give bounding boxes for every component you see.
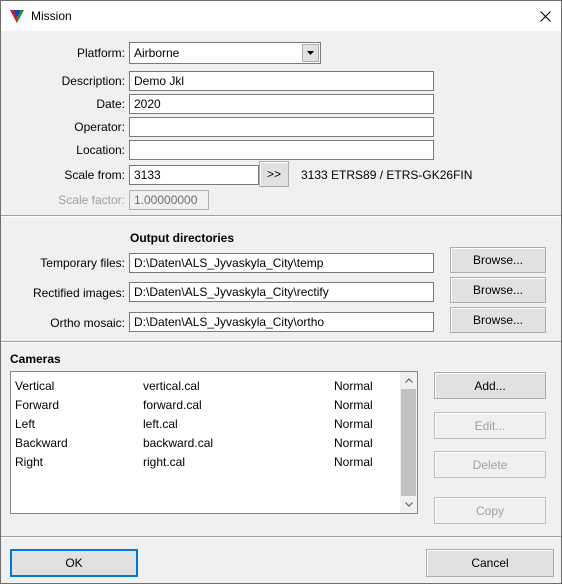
chevron-down-icon bbox=[307, 51, 314, 55]
window-title: Mission bbox=[31, 9, 72, 23]
scale-from-label: Scale from: bbox=[64, 168, 125, 182]
camera-name: Forward bbox=[15, 398, 60, 412]
list-item[interactable]: Forward forward.cal Normal bbox=[15, 395, 399, 414]
chevron-up-icon bbox=[404, 378, 413, 383]
app-triangle-icon bbox=[10, 10, 24, 23]
add-camera-button[interactable]: Add... bbox=[434, 372, 546, 399]
camera-file: forward.cal bbox=[143, 398, 202, 412]
scale-from-info: 3133 ETRS89 / ETRS-GK26FIN bbox=[301, 168, 473, 182]
platform-value: Airborne bbox=[134, 46, 180, 60]
temporary-files-label: Temporary files: bbox=[40, 256, 125, 270]
list-item[interactable]: Backward backward.cal Normal bbox=[15, 433, 399, 452]
camera-file: vertical.cal bbox=[143, 379, 200, 393]
section-divider bbox=[1, 536, 561, 538]
mission-dialog: Mission Platform: Airborne Description: … bbox=[0, 0, 562, 584]
ok-button[interactable]: OK bbox=[10, 549, 138, 577]
close-button[interactable] bbox=[529, 1, 561, 31]
camera-type: Normal bbox=[334, 398, 373, 412]
browse-ortho-button[interactable]: Browse... bbox=[450, 307, 546, 333]
scroll-thumb[interactable] bbox=[401, 389, 416, 496]
section-divider bbox=[1, 341, 561, 343]
platform-select[interactable]: Airborne bbox=[129, 42, 321, 64]
section-divider bbox=[1, 215, 561, 217]
operator-label: Operator: bbox=[74, 120, 125, 134]
rectified-images-label: Rectified images: bbox=[32, 286, 125, 300]
chevron-down-icon bbox=[404, 502, 413, 507]
scale-from-field[interactable]: 3133 bbox=[129, 165, 259, 185]
rectified-images-field[interactable]: D:\Daten\ALS_Jyvaskyla_City\rectify bbox=[129, 282, 434, 302]
temporary-files-field[interactable]: D:\Daten\ALS_Jyvaskyla_City\temp bbox=[129, 253, 434, 273]
operator-field[interactable] bbox=[129, 117, 434, 137]
copy-camera-button[interactable]: Copy bbox=[434, 497, 546, 524]
dropdown-arrow[interactable] bbox=[302, 44, 319, 62]
scroll-down-button[interactable] bbox=[400, 496, 417, 513]
list-item[interactable]: Right right.cal Normal bbox=[15, 452, 399, 471]
cameras-scrollbar[interactable] bbox=[400, 372, 417, 513]
scale-factor-field: 1.00000000 bbox=[129, 190, 209, 210]
camera-file: right.cal bbox=[143, 455, 186, 469]
title-bar: Mission bbox=[1, 1, 561, 31]
camera-name: Vertical bbox=[15, 379, 55, 393]
camera-file: left.cal bbox=[143, 417, 178, 431]
camera-type: Normal bbox=[334, 379, 373, 393]
browse-rectified-button[interactable]: Browse... bbox=[450, 277, 546, 303]
ortho-mosaic-label: Ortho mosaic: bbox=[50, 316, 125, 330]
list-item[interactable]: Vertical vertical.cal Normal bbox=[15, 376, 399, 395]
ortho-mosaic-field[interactable]: D:\Daten\ALS_Jyvaskyla_City\ortho bbox=[129, 312, 434, 332]
camera-name: Right bbox=[15, 455, 44, 469]
cancel-button[interactable]: Cancel bbox=[426, 549, 554, 577]
browse-temporary-button[interactable]: Browse... bbox=[450, 247, 546, 273]
camera-name: Backward bbox=[15, 436, 68, 450]
list-item[interactable]: Left left.cal Normal bbox=[15, 414, 399, 433]
camera-type: Normal bbox=[334, 436, 373, 450]
camera-type: Normal bbox=[334, 417, 373, 431]
date-label: Date: bbox=[96, 97, 125, 111]
output-directories-heading: Output directories bbox=[130, 231, 235, 245]
description-field[interactable]: Demo Jkl bbox=[129, 71, 434, 91]
epsg-lookup-button[interactable]: >> bbox=[259, 161, 289, 187]
camera-file: backward.cal bbox=[143, 436, 214, 450]
camera-name: Left bbox=[15, 417, 36, 431]
cameras-heading: Cameras bbox=[10, 352, 61, 366]
scale-factor-label: Scale factor: bbox=[58, 193, 125, 207]
scroll-up-button[interactable] bbox=[400, 372, 417, 389]
camera-type: Normal bbox=[334, 455, 373, 469]
edit-camera-button[interactable]: Edit... bbox=[434, 412, 546, 439]
location-field[interactable] bbox=[129, 140, 434, 160]
date-field[interactable]: 2020 bbox=[129, 94, 434, 114]
delete-camera-button[interactable]: Delete bbox=[434, 451, 546, 478]
description-label: Description: bbox=[61, 74, 125, 88]
close-icon bbox=[539, 10, 551, 22]
cameras-list[interactable]: Vertical vertical.cal Normal Forward for… bbox=[10, 371, 418, 514]
platform-label: Platform: bbox=[76, 46, 125, 60]
location-label: Location: bbox=[76, 143, 125, 157]
